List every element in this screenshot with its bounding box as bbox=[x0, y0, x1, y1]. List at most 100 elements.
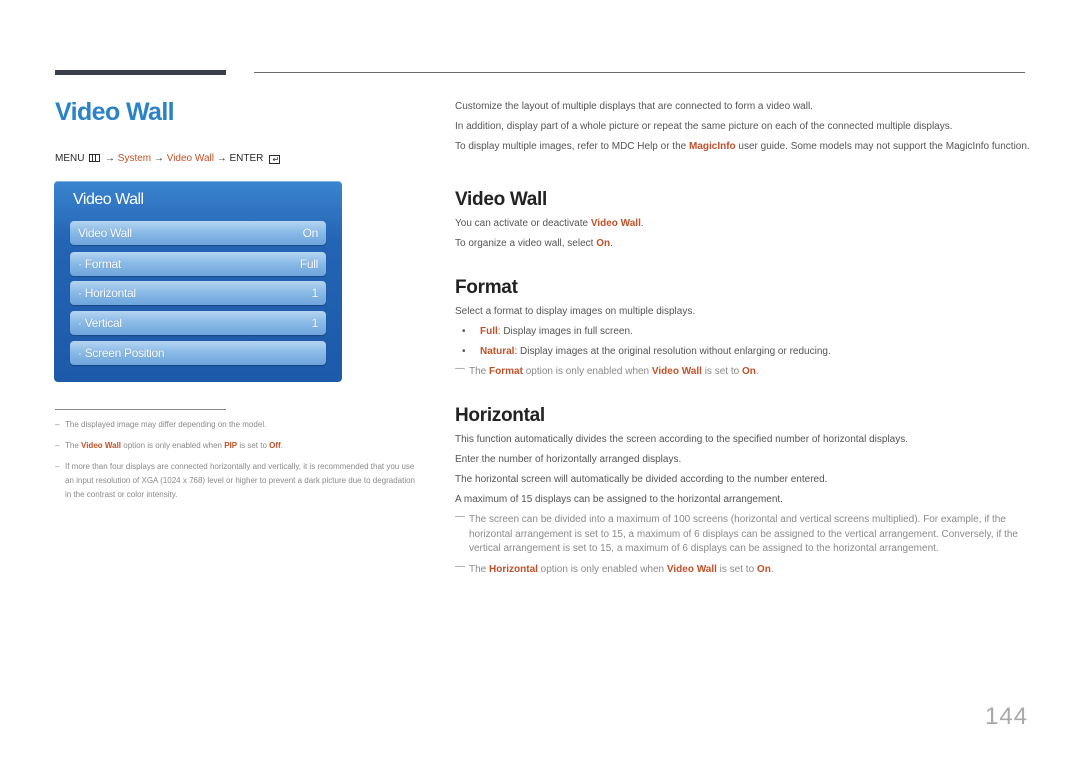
text: . bbox=[610, 238, 613, 249]
text: is set to bbox=[701, 366, 742, 377]
highlight-off: Off bbox=[269, 441, 281, 450]
osd-item-screen-position[interactable]: · Screen Position bbox=[70, 341, 326, 365]
menu-path-video-wall: Video Wall bbox=[166, 153, 214, 164]
highlight: Video Wall bbox=[666, 563, 717, 575]
header-rule-thick bbox=[55, 70, 226, 75]
footnote-text: If more than four displays are connected… bbox=[65, 462, 415, 499]
highlight: On bbox=[596, 238, 611, 249]
text: is set to bbox=[716, 563, 757, 575]
bullet-dot: • bbox=[462, 326, 466, 337]
note-dash: — bbox=[455, 560, 465, 572]
text: : Display images in full screen. bbox=[497, 326, 633, 337]
paragraph: This function automatically divides the … bbox=[455, 434, 909, 445]
osd-item-label: Video Wall bbox=[78, 226, 132, 240]
section-video-wall: Video Wall You can activate or deactivat… bbox=[455, 189, 1030, 257]
dash: – bbox=[55, 420, 60, 429]
page-title: Video Wall bbox=[55, 98, 175, 126]
osd-title: Video Wall bbox=[73, 191, 144, 208]
paragraph: A maximum of 15 displays can be assigned… bbox=[455, 494, 783, 505]
highlight-magicinfo: MagicInfo bbox=[688, 141, 736, 152]
highlight: Video Wall bbox=[590, 218, 641, 229]
highlight: On bbox=[741, 366, 756, 377]
text: To display multiple images, refer to MDC… bbox=[455, 141, 689, 152]
section-horizontal: Horizontal This function automatically d… bbox=[455, 405, 1030, 583]
osd-item-value: Full bbox=[299, 257, 318, 271]
header-rule-thin bbox=[254, 72, 1025, 73]
text: . bbox=[755, 366, 759, 377]
highlight: Natural bbox=[480, 346, 515, 357]
highlight: Horizontal bbox=[489, 563, 538, 575]
highlight: Full bbox=[480, 326, 498, 337]
osd-item-value: 1 bbox=[311, 286, 319, 300]
dash: – bbox=[55, 462, 60, 471]
note-dash: — bbox=[455, 511, 465, 522]
page-number: 144 bbox=[985, 703, 1029, 730]
text: To organize a video wall, select bbox=[455, 238, 597, 249]
highlight: On bbox=[756, 563, 771, 575]
osd-item-vertical[interactable]: · Vertical 1 bbox=[70, 311, 326, 335]
section-heading: Video Wall bbox=[455, 189, 548, 210]
footnote-text: The bbox=[65, 441, 82, 450]
section-format: Format Select a format to display images… bbox=[455, 277, 1030, 386]
osd-item-value: On bbox=[302, 226, 319, 240]
intro-paragraph: To display multiple images, refer to MDC… bbox=[455, 140, 1030, 154]
text: : Display images at the original resolut… bbox=[514, 346, 831, 357]
footnote: – If more than four displays are connect… bbox=[55, 460, 420, 502]
arrow: → bbox=[153, 153, 164, 164]
section-heading: Horizontal bbox=[455, 405, 545, 426]
footnote-text: option is only enabled when bbox=[121, 441, 225, 450]
bullet-dot: • bbox=[462, 346, 466, 357]
note: — The Horizontal option is only enabled w… bbox=[455, 560, 1030, 578]
text: option is only enabled when bbox=[537, 563, 667, 575]
paragraph: Enter the number of horizontally arrange… bbox=[455, 454, 682, 465]
osd-item-label: · Screen Position bbox=[78, 346, 165, 360]
osd-item-horizontal[interactable]: · Horizontal 1 bbox=[70, 281, 326, 305]
text: option is only enabled when bbox=[522, 366, 652, 377]
dash: – bbox=[55, 441, 60, 450]
footnote: – The displayed image may differ dependi… bbox=[55, 418, 420, 432]
osd-item-label: · Vertical bbox=[78, 316, 122, 330]
enter-label: ENTER bbox=[229, 153, 264, 164]
paragraph: You can activate or deactivate Video Wal… bbox=[455, 217, 1030, 231]
osd-menu-panel: Video Wall Video Wall On · Format Full ·… bbox=[54, 181, 342, 382]
text: . bbox=[770, 563, 774, 575]
highlight-video-wall: Video Wall bbox=[81, 441, 122, 450]
intro-paragraph: Customize the layout of multiple display… bbox=[455, 101, 813, 112]
paragraph: The horizontal screen will automatically… bbox=[455, 474, 828, 485]
menu-path-system: System bbox=[117, 153, 152, 164]
footnote-text: . bbox=[280, 441, 283, 450]
note: — The screen can be divided into a maximu… bbox=[455, 511, 1030, 557]
paragraph: Select a format to display images on mul… bbox=[455, 306, 696, 317]
bullet-item: • Natural: Display images at the original… bbox=[455, 345, 1030, 359]
note-dash: — bbox=[455, 363, 465, 374]
highlight-pip: PIP bbox=[224, 441, 238, 450]
menu-icon bbox=[89, 154, 101, 162]
arrow: → bbox=[216, 153, 227, 164]
osd-item-label: · Format bbox=[78, 257, 121, 271]
section-heading: Format bbox=[455, 277, 518, 298]
text: You can activate or deactivate bbox=[455, 218, 591, 229]
osd-item-label: · Horizontal bbox=[78, 286, 136, 300]
intro-paragraph: In addition, display part of a whole pic… bbox=[455, 121, 953, 132]
bullet-item: • Full: Display images in full screen. bbox=[455, 325, 1030, 339]
text: The screen can be divided into a maximum… bbox=[469, 514, 1018, 554]
text: The bbox=[469, 563, 490, 575]
paragraph: To organize a video wall, select On. bbox=[455, 237, 1030, 251]
note: — The Format option is only enabled when … bbox=[455, 363, 1030, 380]
footnotes: – The displayed image may differ dependi… bbox=[55, 418, 420, 509]
osd-item-video-wall[interactable]: Video Wall On bbox=[70, 221, 326, 245]
enter-icon: ↵ bbox=[269, 155, 281, 164]
osd-item-value: 1 bbox=[311, 316, 319, 330]
arrow: → bbox=[105, 153, 116, 164]
text: . bbox=[640, 218, 644, 229]
footnote-text: The displayed image may differ depending… bbox=[65, 420, 267, 429]
footnote-text: is set to bbox=[237, 441, 270, 450]
osd-item-format[interactable]: · Format Full bbox=[70, 252, 326, 276]
text: The bbox=[469, 366, 490, 377]
menu-label: MENU bbox=[55, 153, 85, 164]
intro: Customize the layout of multiple display… bbox=[455, 100, 1030, 160]
footnote: – The Video Wall option is only enabled … bbox=[55, 439, 420, 453]
text: user guide. Some models may not support … bbox=[735, 141, 1030, 152]
highlight: Format bbox=[489, 366, 523, 377]
highlight: Video Wall bbox=[651, 366, 702, 377]
